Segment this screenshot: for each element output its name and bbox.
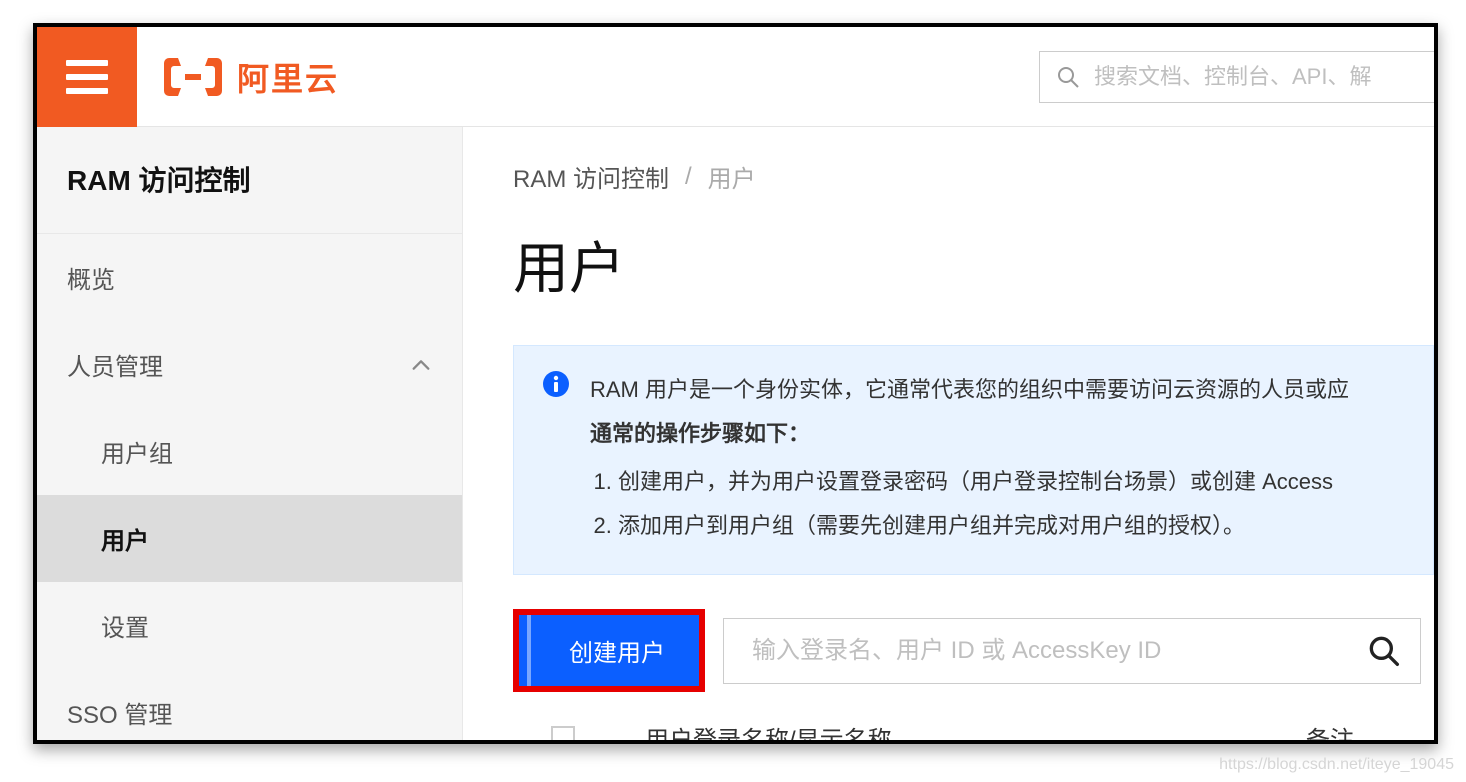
sidebar-item-label: 概览	[67, 260, 115, 295]
create-user-highlight: 创建用户	[513, 609, 705, 692]
sidebar-item-label: 用户组	[101, 434, 173, 469]
sidebar-item-settings[interactable]: 设置	[37, 582, 462, 669]
sidebar-item-label: 设置	[101, 608, 149, 643]
column-remark: 备注	[1306, 720, 1354, 740]
content: RAM 访问控制 概览 人员管理 用户组 用户 设置 SSO 管理	[37, 127, 1434, 740]
user-search[interactable]	[723, 618, 1421, 684]
info-sub-heading: 通常的操作步骤如下：	[590, 412, 1349, 456]
sidebar-item-label: 用户	[101, 521, 149, 556]
user-search-input[interactable]	[752, 637, 1368, 665]
select-all-checkbox[interactable]	[551, 726, 575, 741]
sidebar: RAM 访问控制 概览 人员管理 用户组 用户 设置 SSO 管理	[37, 127, 463, 740]
breadcrumb-separator: /	[685, 163, 692, 191]
sidebar-item-user-groups[interactable]: 用户组	[37, 408, 462, 495]
sidebar-item-overview[interactable]: 概览	[37, 234, 462, 321]
sidebar-item-people-management[interactable]: 人员管理	[37, 321, 462, 408]
search-icon[interactable]	[1368, 635, 1400, 667]
aliyun-logo-icon	[163, 56, 223, 98]
action-row: 创建用户	[513, 609, 1434, 692]
app-window: 阿里云 RAM 访问控制 概览 人员管理 用户组	[33, 23, 1438, 744]
breadcrumb-root[interactable]: RAM 访问控制	[513, 159, 669, 194]
info-steps: 创建用户，并为用户设置登录密码（用户登录控制台场景）或创建 Access 添加用…	[590, 460, 1349, 548]
brand[interactable]: 阿里云	[163, 54, 339, 100]
global-search-input[interactable]	[1094, 64, 1434, 90]
create-user-button[interactable]: 创建用户	[519, 615, 699, 686]
user-table-header: 用户登录名称/显示名称 备注	[513, 720, 1434, 740]
info-step: 添加用户到用户组（需要先创建用户组并完成对用户组的授权）。	[618, 504, 1349, 548]
info-icon	[542, 370, 570, 398]
breadcrumb-current: 用户	[708, 159, 756, 194]
main: RAM 访问控制 / 用户 用户 RAM 用户是一个身份实体，它通常代表您的组织…	[463, 127, 1434, 740]
sidebar-item-label: 人员管理	[67, 347, 163, 382]
info-step: 创建用户，并为用户设置登录密码（用户登录控制台场景）或创建 Access	[618, 460, 1349, 504]
search-icon	[1056, 65, 1080, 89]
breadcrumb: RAM 访问控制 / 用户	[513, 159, 1434, 194]
column-username: 用户登录名称/显示名称	[645, 720, 1236, 740]
chevron-up-icon	[410, 354, 432, 376]
info-content: RAM 用户是一个身份实体，它通常代表您的组织中需要访问云资源的人员或应 通常的…	[590, 368, 1349, 548]
sidebar-item-sso[interactable]: SSO 管理	[37, 669, 462, 744]
watermark: https://blog.csdn.net/iteye_19045	[1219, 756, 1454, 774]
menu-toggle-button[interactable]	[37, 27, 137, 127]
page-title: 用户	[513, 224, 1434, 305]
sidebar-item-label: SSO 管理	[67, 695, 172, 730]
topbar: 阿里云	[37, 27, 1434, 127]
hamburger-icon	[66, 60, 108, 94]
info-box: RAM 用户是一个身份实体，它通常代表您的组织中需要访问云资源的人员或应 通常的…	[513, 345, 1434, 575]
info-description: RAM 用户是一个身份实体，它通常代表您的组织中需要访问云资源的人员或应	[590, 368, 1349, 412]
brand-text: 阿里云	[237, 54, 339, 100]
sidebar-title: RAM 访问控制	[37, 127, 462, 234]
sidebar-item-users[interactable]: 用户	[37, 495, 462, 582]
global-search[interactable]	[1039, 51, 1434, 103]
